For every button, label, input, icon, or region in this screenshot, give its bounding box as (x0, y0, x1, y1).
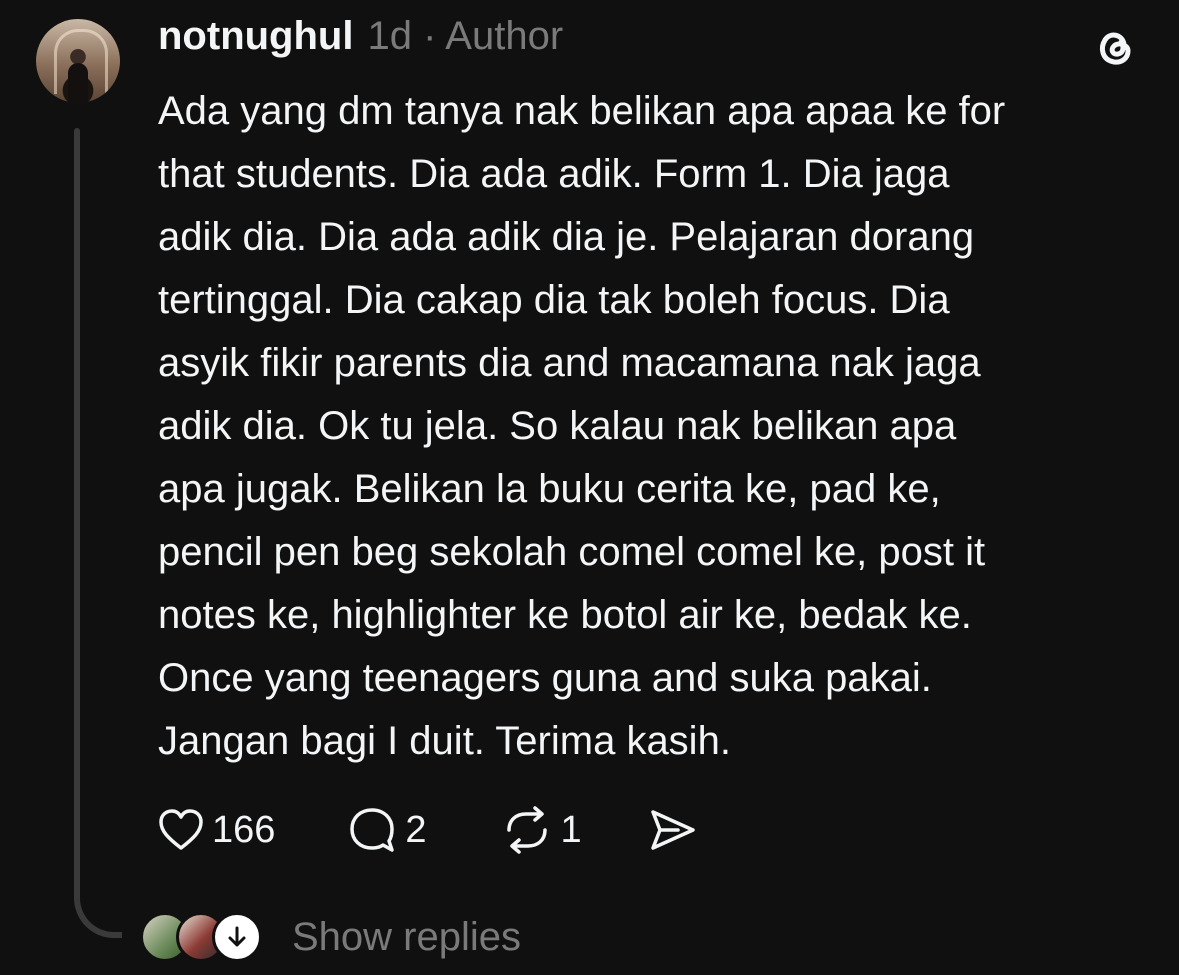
repost-icon (506, 806, 547, 854)
share-icon (650, 810, 695, 850)
repost-count: 1 (560, 808, 582, 851)
repost-button[interactable]: 1 (501, 806, 582, 854)
expand-replies-button[interactable] (212, 912, 262, 962)
threads-logo-icon[interactable] (1088, 20, 1142, 74)
post-actions-bar: 166 2 1 (158, 800, 698, 860)
like-count: 166 (212, 808, 276, 851)
like-button[interactable]: 166 (158, 808, 275, 852)
avatar-figure (68, 63, 88, 103)
post-meta: 1d · Author (367, 14, 564, 58)
post-body-text: Ada yang dm tanya nak belikan apa apaa k… (158, 89, 1006, 763)
thread-line (74, 128, 80, 900)
username[interactable]: notnughul (158, 14, 353, 59)
author-avatar[interactable] (36, 19, 120, 103)
comment-count: 2 (405, 808, 427, 851)
thread-line-curve (74, 880, 122, 938)
share-button[interactable] (648, 807, 698, 853)
arrow-down-icon (228, 926, 246, 947)
show-replies-link[interactable]: Show replies (292, 915, 521, 960)
post-header: notnughul 1d · Author (158, 14, 563, 64)
comment-button[interactable]: 2 (347, 806, 427, 854)
show-replies-row[interactable]: Show replies (140, 905, 521, 969)
heart-icon (159, 809, 203, 850)
comment-icon (350, 808, 395, 852)
